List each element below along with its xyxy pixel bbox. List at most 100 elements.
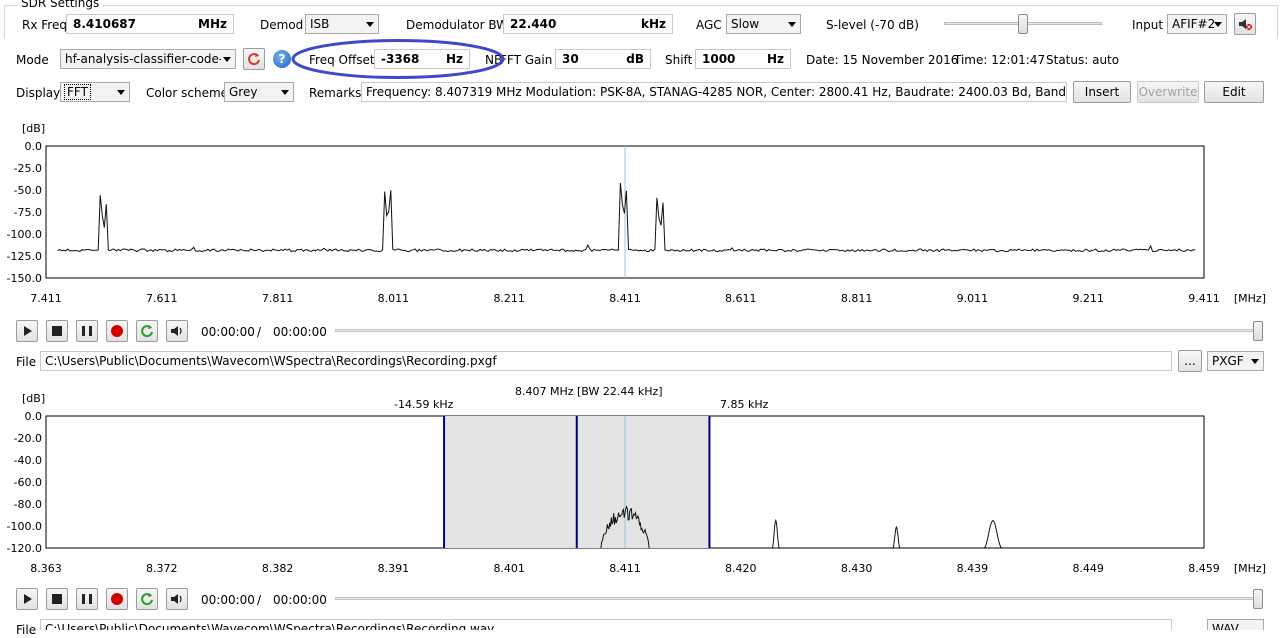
mute-button[interactable] — [1234, 13, 1256, 35]
seek-track — [335, 597, 1255, 600]
chevron-down-icon — [788, 22, 796, 27]
shift-label: Shift — [665, 53, 693, 67]
input-select[interactable]: AFIF#2 — [1167, 14, 1227, 34]
chart2-ylabel: [dB] — [22, 392, 46, 405]
stop-button[interactable] — [46, 588, 68, 610]
audio-spectrum-chart[interactable]: 0.0 -20.0 -40.0 -60.0 -80.0 -100.0 -120.0 8.363… — [0, 406, 1280, 578]
loop-button[interactable] — [136, 320, 158, 342]
file1-path-field[interactable]: C:\Users\Public\Documents\Wavecom\WSpect… — [40, 351, 1172, 371]
demod-bw-value: 22.440 — [510, 17, 557, 31]
play-button[interactable] — [16, 320, 38, 342]
agc-select[interactable]: Slow — [726, 14, 801, 34]
x-tick-label: 8.811 — [841, 292, 873, 305]
slider-thumb[interactable] — [1018, 14, 1028, 34]
chevron-down-icon — [281, 90, 289, 95]
display-value: FFT — [64, 84, 91, 100]
x-tick-label: 8.420 — [725, 562, 757, 575]
display-select[interactable]: FFT — [60, 82, 130, 102]
agc-label: AGC — [696, 18, 722, 32]
player2-current-time: 00:00:00 — [201, 593, 255, 607]
chevron-down-icon — [366, 22, 374, 27]
y-tick-label: -60.0 — [14, 476, 42, 489]
volume-button[interactable] — [166, 588, 188, 610]
file2-path-field[interactable]: C:\Users\Public\Documents\Wavecom\WSpect… — [40, 619, 1172, 630]
slevel-slider[interactable] — [944, 14, 1102, 34]
y-tick-label: -40.0 — [14, 454, 42, 467]
player1-seek-slider[interactable] — [335, 320, 1265, 342]
speaker-muted-icon — [1239, 19, 1252, 30]
file2-format-select[interactable]: WAV — [1207, 619, 1264, 630]
demod-select[interactable]: ISB — [305, 14, 379, 34]
edit-button[interactable]: Edit — [1204, 81, 1264, 103]
fft-spectrum-chart[interactable]: 0.0 -25.0 -50.0 -75.0 -100.0 -125.0 -150.0 7.41… — [0, 136, 1280, 308]
file2-format: WAV — [1212, 622, 1239, 630]
chart1-ylabel: [dB] — [22, 122, 46, 135]
pause-button[interactable] — [76, 588, 98, 610]
x-tick-label: 8.401 — [493, 562, 525, 575]
reload-mode-button[interactable] — [243, 48, 265, 70]
file1-browse-button[interactable]: ... — [1178, 350, 1202, 372]
seek-thumb[interactable] — [1253, 321, 1263, 341]
y-tick-label: 0.0 — [25, 140, 43, 153]
loop-icon — [141, 593, 153, 606]
player1-current-time: 00:00:00 — [201, 325, 255, 339]
chevron-down-icon — [1214, 22, 1222, 27]
x-tick-label: 8.391 — [378, 562, 410, 575]
file1-format-select[interactable]: PXGF — [1207, 351, 1264, 371]
y-tick-label: -20.0 — [14, 432, 42, 445]
rx-freq-field[interactable]: 8.410687 MHz — [66, 14, 234, 34]
stop-button[interactable] — [46, 320, 68, 342]
y-tick-label: -100.0 — [7, 520, 42, 533]
stop-icon — [52, 326, 62, 336]
fft-gain-field[interactable]: 30 dB — [555, 49, 651, 69]
play-button[interactable] — [16, 588, 38, 610]
shift-field[interactable]: 1000 Hz — [695, 49, 791, 69]
y-tick-label: -50.0 — [14, 184, 42, 197]
overwrite-button[interactable]: Overwrite — [1137, 81, 1199, 103]
x-tick-label: 8.411 — [609, 562, 641, 575]
player2-seek-slider[interactable] — [335, 588, 1265, 610]
record-button[interactable] — [106, 588, 128, 610]
file1-label: File — [16, 355, 37, 369]
y-tick-label: -100.0 — [7, 228, 42, 241]
play-icon — [24, 594, 32, 604]
help-button[interactable]: ? — [273, 50, 291, 68]
x-tick-label: 7.811 — [262, 292, 294, 305]
volume-button[interactable] — [166, 320, 188, 342]
remarks-label: Remarks — [309, 86, 362, 100]
rx-freq-unit: MHz — [198, 17, 227, 31]
input-label: Input — [1132, 18, 1164, 32]
player2-total-time: 00:00:00 — [273, 593, 327, 607]
record-icon — [111, 325, 123, 337]
remarks-field[interactable]: Frequency: 8.407319 MHz Modulation: PSK-… — [361, 82, 1067, 102]
demod-label: Demod — [260, 18, 304, 32]
speaker-icon — [171, 594, 182, 604]
demod-value: ISB — [310, 17, 330, 31]
mode-select[interactable]: hf-analysis-classifier-code-ch — [60, 49, 236, 69]
x-tick-label: 8.372 — [146, 562, 178, 575]
player1-total-time: 00:00:00 — [273, 325, 327, 339]
color-scheme-value: Grey — [229, 85, 258, 99]
player1-separator: / — [257, 325, 262, 339]
seek-track — [335, 329, 1255, 332]
loop-button[interactable] — [136, 588, 158, 610]
x-tick-label: 8.611 — [725, 292, 757, 305]
seek-thumb[interactable] — [1253, 589, 1263, 609]
x-tick-label: 8.011 — [378, 292, 410, 305]
x-tick-label: 8.449 — [1072, 562, 1104, 575]
x-tick-label: 9.011 — [957, 292, 989, 305]
x-unit-label: [MHz] — [1234, 562, 1266, 575]
pause-button[interactable] — [76, 320, 98, 342]
demod-bw-unit: kHz — [640, 17, 666, 31]
x-tick-label: 7.611 — [146, 292, 178, 305]
x-tick-label: 8.211 — [493, 292, 525, 305]
color-scheme-select[interactable]: Grey — [224, 82, 294, 102]
highlight-ellipse — [291, 39, 505, 79]
insert-button[interactable]: Insert — [1073, 81, 1131, 103]
record-button[interactable] — [106, 320, 128, 342]
y-tick-label: -150.0 — [7, 272, 42, 285]
display-label: Display — [16, 86, 61, 100]
demod-bw-field[interactable]: 22.440 kHz — [503, 14, 673, 34]
y-tick-label: -75.0 — [14, 206, 42, 219]
pause-icon — [82, 594, 92, 604]
